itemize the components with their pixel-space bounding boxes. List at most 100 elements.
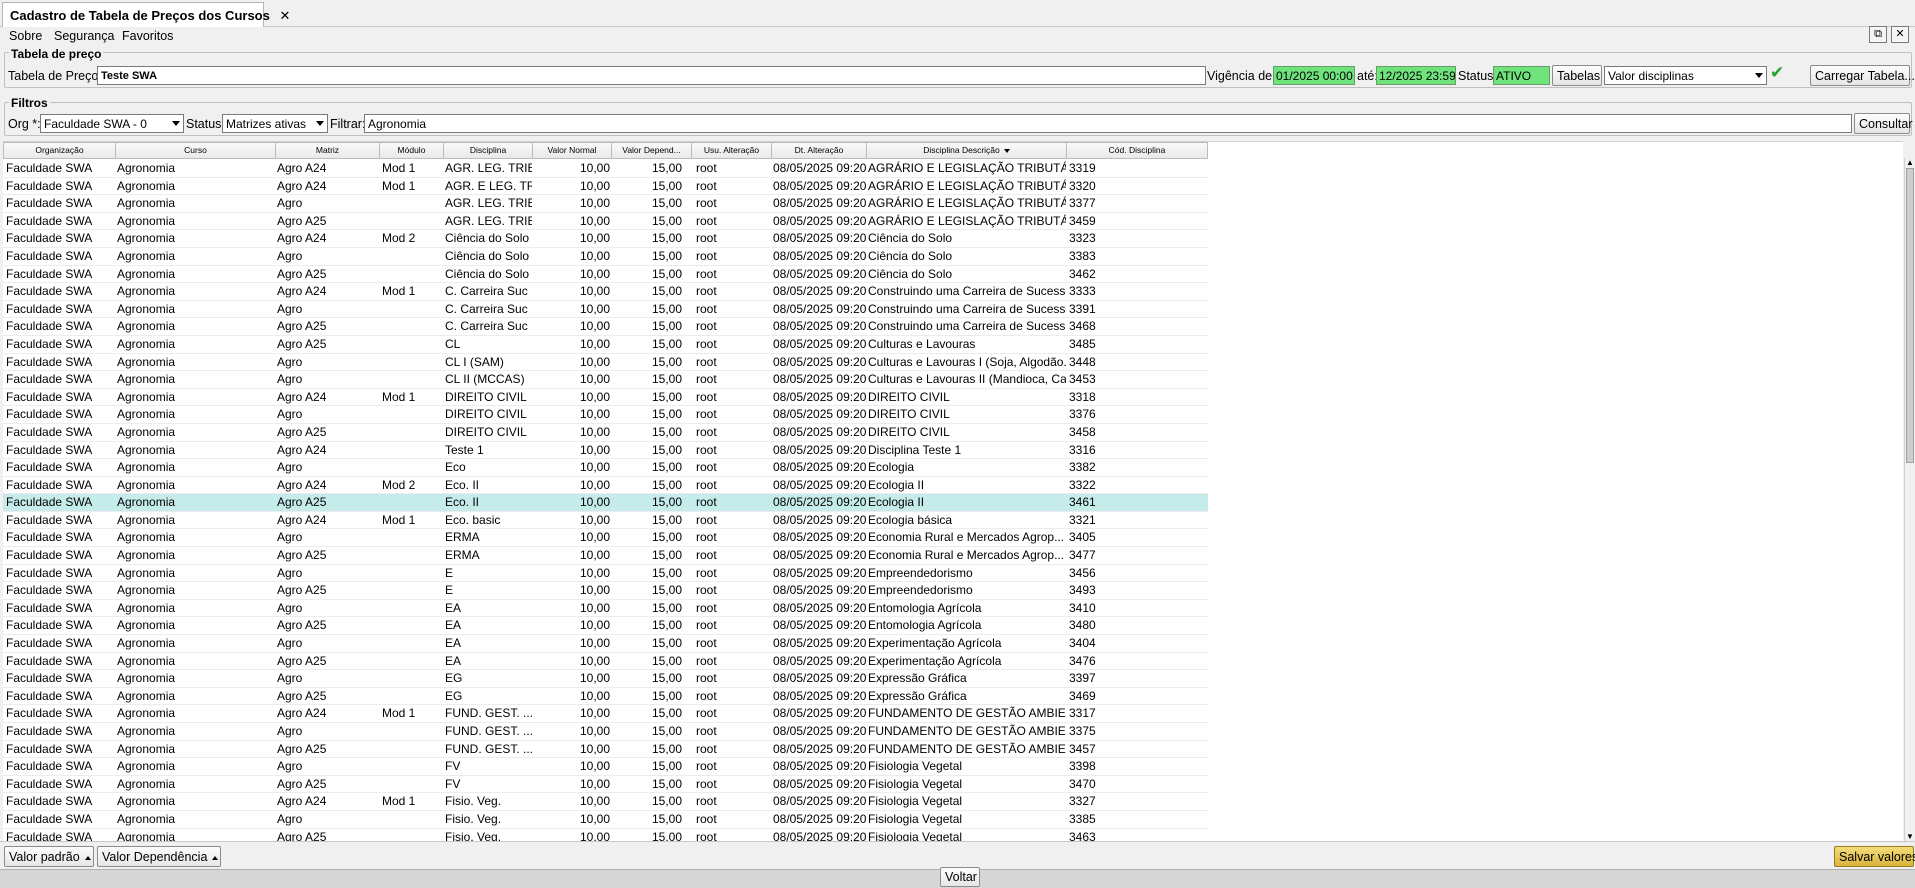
cell-curso: Agronomia: [117, 759, 176, 774]
table-row[interactable]: Faculdade SWA Agronomia Agro A25 Eco. II 10,…: [3, 494, 1208, 512]
table-row[interactable]: Faculdade SWA Agronomia Agro A24 Mod 1 AGR. …: [3, 178, 1208, 196]
cell-curso: Agronomia: [117, 530, 176, 545]
consultar-button[interactable]: Consultar: [1854, 113, 1913, 134]
column-header-valor-dependencia[interactable]: Valor Depend...: [612, 142, 692, 159]
cell-curso: Agronomia: [117, 811, 176, 826]
table-row[interactable]: Faculdade SWA Agronomia Agro A25 FV 10,00 15,…: [3, 776, 1208, 794]
filtros-group-title: Filtros: [9, 96, 50, 110]
cell-usu-alteracao: root: [696, 213, 717, 228]
column-header-usu-alteracao[interactable]: Usu. Alteração: [692, 142, 772, 159]
table-row[interactable]: Faculdade SWA Agronomia Agro E 10,00 15,00 roo…: [3, 565, 1208, 583]
cell-cod-disciplina: 3321: [1069, 512, 1096, 527]
table-row[interactable]: Faculdade SWA Agronomia Agro CL II (MCCAS) 1…: [3, 371, 1208, 389]
status-field[interactable]: ATIVO: [1493, 66, 1550, 85]
cell-valor-normal: 10,00: [579, 618, 610, 633]
table-row[interactable]: Faculdade SWA Agronomia Agro A24 Mod 1 Eco. …: [3, 512, 1208, 530]
table-row[interactable]: Faculdade SWA Agronomia Agro A25 E 10,00 15,0…: [3, 582, 1208, 600]
column-header-matriz[interactable]: Matriz: [276, 142, 380, 159]
scrollbar-thumb[interactable]: [1906, 168, 1914, 463]
table-row[interactable]: Faculdade SWA Agronomia Agro A24 Mod 2 Eco. …: [3, 477, 1208, 495]
table-row[interactable]: Faculdade SWA Agronomia Agro A24 Mod 2 Ciênc…: [3, 230, 1208, 248]
valor-padrao-button[interactable]: Valor padrão: [4, 846, 94, 867]
table-row[interactable]: Faculdade SWA Agronomia Agro FV 10,00 15,00 ro…: [3, 758, 1208, 776]
filtro-status-combo[interactable]: Matrizes ativas: [222, 114, 328, 133]
menu-sobre[interactable]: Sobre: [9, 29, 42, 43]
table-row[interactable]: Faculdade SWA Agronomia Agro A25 CL 10,00 15,…: [3, 336, 1208, 354]
column-header-organizacao[interactable]: Organização: [3, 142, 116, 159]
table-row[interactable]: Faculdade SWA Agronomia Agro EA 10,00 15,00 ro…: [3, 635, 1208, 653]
vigencia-ate-field[interactable]: 12/2025 23:59: [1376, 66, 1456, 85]
cell-valor-normal: 10,00: [579, 407, 610, 422]
table-row[interactable]: Faculdade SWA Agronomia Agro ERMA 10,00 15,00…: [3, 529, 1208, 548]
table-row[interactable]: Faculdade SWA Agronomia Agro Ciência do Sol…: [3, 248, 1208, 266]
column-header-disciplina-descricao[interactable]: Disciplina Descrição: [867, 142, 1067, 159]
scroll-up-icon[interactable]: ▲: [1906, 158, 1914, 167]
cell-disciplina: DIREITO CIVIL: [445, 389, 527, 404]
table-row[interactable]: Faculdade SWA Agronomia Agro A25 ERMA 10,00 1…: [3, 547, 1208, 565]
cell-usu-alteracao: root: [696, 811, 717, 826]
table-row[interactable]: Faculdade SWA Agronomia Agro A24 Teste 1 10,…: [3, 442, 1208, 460]
org-combo[interactable]: Faculdade SWA - 0: [40, 114, 184, 133]
table-row[interactable]: Faculdade SWA Agronomia Agro C. Carreira Su…: [3, 301, 1208, 319]
detach-window-icon[interactable]: ⧉: [1869, 26, 1887, 43]
table-row[interactable]: Faculdade SWA Agronomia Agro A25 EG 10,00 15,…: [3, 688, 1208, 706]
tab-strip: Cadastro de Tabela de Preços dos Cursos …: [0, 0, 1915, 27]
valor-disciplinas-combo[interactable]: Valor disciplinas: [1604, 66, 1767, 85]
table-row[interactable]: Faculdade SWA Agronomia Agro EA 10,00 15,00 ro…: [3, 600, 1208, 618]
table-row[interactable]: Faculdade SWA Agronomia Agro DIREITO CIVIL 1…: [3, 406, 1208, 424]
confirm-check-icon[interactable]: ✔: [1770, 63, 1784, 83]
table-row[interactable]: Faculdade SWA Agronomia Agro A24 Mod 1 C. Ca…: [3, 283, 1208, 301]
table-row[interactable]: Faculdade SWA Agronomia Agro A25 AGR. LEG. …: [3, 213, 1208, 231]
table-row[interactable]: Faculdade SWA Agronomia Agro A25 EA 10,00 15,…: [3, 617, 1208, 636]
table-row[interactable]: Faculdade SWA Agronomia Agro Fisio. Veg. 10,…: [3, 811, 1208, 829]
table-row[interactable]: Faculdade SWA Agronomia Agro A25 Fisio. Veg…: [3, 829, 1208, 841]
valor-dependencia-button[interactable]: Valor Dependência: [97, 846, 221, 867]
table-row[interactable]: Faculdade SWA Agronomia Agro A24 Mod 1 AGR. …: [3, 160, 1208, 178]
cell-matriz: Agro: [277, 811, 303, 826]
vigencia-de-field[interactable]: 01/2025 00:00: [1273, 66, 1355, 85]
tab-cadastro-tabela-precos[interactable]: Cadastro de Tabela de Preços dos Cursos …: [2, 2, 290, 27]
column-header-disciplina[interactable]: Disciplina: [444, 142, 533, 159]
salvar-valores-button[interactable]: Salvar valores: [1834, 846, 1915, 867]
menu-favoritos[interactable]: Favoritos: [122, 29, 173, 43]
cell-disciplina-descricao: Empreendedorismo: [868, 583, 973, 598]
column-header-cod-disciplina[interactable]: Cód. Disciplina: [1067, 142, 1208, 159]
tab-close-icon[interactable]: ✕: [279, 8, 290, 23]
table-row[interactable]: Faculdade SWA Agronomia Agro AGR. LEG. TRIB…: [3, 195, 1208, 213]
table-row[interactable]: Faculdade SWA Agronomia Agro A25 FUND. GEST…: [3, 741, 1208, 759]
precos-table: Organização Curso Matriz Módulo Disciplina Va…: [3, 141, 1903, 841]
tabela-preco-field[interactable]: Teste SWA: [97, 66, 1206, 85]
cell-matriz: Agro: [277, 196, 303, 211]
cell-matriz: Agro: [277, 301, 303, 316]
table-row[interactable]: Faculdade SWA Agronomia Agro A24 Mod 1 DIREI…: [3, 389, 1208, 407]
cell-valor-dependencia: 15,00: [651, 354, 682, 369]
column-header-modulo[interactable]: Módulo: [380, 142, 444, 159]
scroll-down-icon[interactable]: ▼: [1906, 832, 1914, 841]
table-row[interactable]: Faculdade SWA Agronomia Agro A24 Mod 1 Fisio…: [3, 793, 1208, 811]
table-row[interactable]: Faculdade SWA Agronomia Agro A25 DIREITO CI…: [3, 424, 1208, 442]
cell-cod-disciplina: 3322: [1069, 477, 1096, 492]
table-row[interactable]: Faculdade SWA Agronomia Agro CL I (SAM) 10,0…: [3, 354, 1208, 372]
table-row[interactable]: Faculdade SWA Agronomia Agro Eco 10,00 15,00 r…: [3, 459, 1208, 477]
column-header-curso[interactable]: Curso: [116, 142, 276, 159]
table-row[interactable]: Faculdade SWA Agronomia Agro A25 C. Carreir…: [3, 318, 1208, 336]
cell-usu-alteracao: root: [696, 284, 717, 299]
vertical-scrollbar[interactable]: ▲ ▼: [1904, 158, 1915, 841]
close-window-icon[interactable]: ✕: [1891, 26, 1909, 43]
column-header-dt-alteracao[interactable]: Dt. Alteração: [772, 142, 867, 159]
table-row[interactable]: Faculdade SWA Agronomia Agro A24 Mod 1 FUND.…: [3, 705, 1208, 723]
menu-seguranca[interactable]: Segurança: [54, 29, 114, 43]
voltar-button[interactable]: Voltar: [940, 867, 980, 887]
cell-cod-disciplina: 3457: [1069, 741, 1096, 756]
table-row[interactable]: Faculdade SWA Agronomia Agro A25 EA 10,00 15,…: [3, 653, 1208, 671]
table-row[interactable]: Faculdade SWA Agronomia Agro FUND. GEST. ..…: [3, 723, 1208, 741]
filtrar-input[interactable]: Agronomia: [364, 114, 1852, 133]
carregar-tabela-button[interactable]: Carregar Tabela...: [1810, 65, 1915, 86]
table-row[interactable]: Faculdade SWA Agronomia Agro EG 10,00 15,00 ro…: [3, 670, 1208, 688]
cell-dt-alteracao: 08/05/2025 09:20: [773, 512, 866, 527]
tabelas-button[interactable]: Tabelas: [1552, 65, 1602, 86]
cell-usu-alteracao: root: [696, 829, 717, 841]
column-header-valor-normal[interactable]: Valor Normal: [533, 142, 612, 159]
table-row[interactable]: Faculdade SWA Agronomia Agro A25 Ciência do…: [3, 266, 1208, 284]
cell-cod-disciplina: 3480: [1069, 618, 1096, 633]
